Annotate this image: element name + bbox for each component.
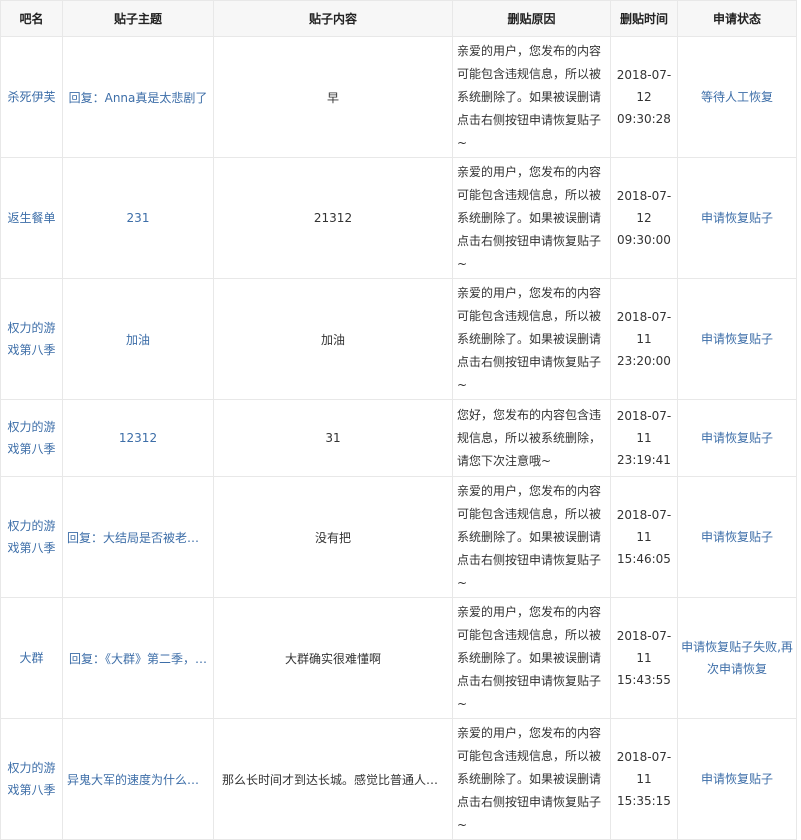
status-cell: 申请恢复贴子	[677, 399, 797, 477]
topic-link[interactable]: 12312	[64, 431, 213, 445]
table-header-row: 吧名 贴子主题 贴子内容 删贴原因 删贴时间 申请状态	[0, 0, 797, 37]
topic-cell: 回复：Anna真是太悲剧了	[62, 36, 214, 158]
content-cell: 那么长时间才到达长城。感觉比普通人时…	[213, 718, 453, 840]
forum-cell: 杀死伊芙	[0, 36, 63, 158]
delete-date: 2018-07-11	[616, 629, 672, 665]
restore-post-button[interactable]: 申请恢复贴子	[701, 211, 773, 225]
topic-cell: 回复：《大群》第二季，…	[62, 597, 214, 719]
delete-date: 2018-07-11	[616, 409, 672, 445]
header-time: 删贴时间	[610, 0, 678, 37]
forum-link[interactable]: 大群	[19, 651, 43, 665]
forum-cell: 权力的游戏第八季	[0, 278, 63, 400]
post-content: 那么长时间才到达长城。感觉比普通人时…	[222, 772, 448, 787]
deleted-posts-table: 吧名 贴子主题 贴子内容 删贴原因 删贴时间 申请状态 杀死伊芙 回复：Anna…	[0, 0, 797, 840]
post-content: 没有把	[314, 530, 351, 545]
delete-date: 2018-07-11	[616, 508, 672, 544]
reason-cell: 亲爱的用户，您发布的内容可能包含违规信息，所以被系统删除了。如果被误删请点击右侧…	[452, 718, 611, 840]
header-forum: 吧名	[0, 0, 63, 37]
post-content: 21312	[313, 211, 353, 225]
restore-post-button[interactable]: 申请恢复贴子	[701, 431, 773, 445]
time-cell: 2018-07-11 23:19:41	[610, 399, 678, 477]
forum-link[interactable]: 权力的游戏第八季	[7, 519, 55, 555]
topic-cell: 12312	[62, 399, 214, 477]
delete-clock: 09:30:00	[617, 233, 671, 247]
status-cell: 申请恢复贴子	[677, 157, 797, 279]
reason-cell: 亲爱的用户，您发布的内容可能包含违规信息，所以被系统删除了。如果被误删请点击右侧…	[452, 597, 611, 719]
topic-cell: 加油	[62, 278, 214, 400]
table-row: 杀死伊芙 回复：Anna真是太悲剧了 早 亲爱的用户，您发布的内容可能包含违规信…	[0, 36, 797, 158]
topic-cell: 异鬼大军的速度为什么那…	[62, 718, 214, 840]
delete-clock: 09:30:28	[617, 112, 671, 126]
topic-link[interactable]: 加油	[64, 331, 213, 348]
content-cell: 加油	[213, 278, 453, 400]
reason-cell: 亲爱的用户，您发布的内容可能包含违规信息，所以被系统删除了。如果被误删请点击右侧…	[452, 476, 611, 598]
topic-link[interactable]: 231	[64, 211, 213, 225]
delete-clock: 15:35:15	[617, 794, 671, 808]
time-cell: 2018-07-12 09:30:00	[610, 157, 678, 279]
status-cell: 申请恢复贴子失败,再次申请恢复	[677, 597, 797, 719]
post-content: 加油	[320, 332, 345, 347]
time-cell: 2018-07-11 23:20:00	[610, 278, 678, 400]
table-row: 权力的游戏第八季 异鬼大军的速度为什么那… 那么长时间才到达长城。感觉比普通人时…	[0, 718, 797, 840]
forum-cell: 权力的游戏第八季	[0, 476, 63, 598]
status-link[interactable]: 等待人工恢复	[701, 90, 773, 104]
header-content: 贴子内容	[213, 0, 453, 37]
forum-link[interactable]: 权力的游戏第八季	[7, 321, 55, 357]
post-content: 大群确实很难懂啊	[284, 651, 381, 666]
status-cell: 等待人工恢复	[677, 36, 797, 158]
delete-date: 2018-07-12	[616, 189, 672, 225]
reapply-restore-button[interactable]: 申请恢复贴子失败,再次申请恢复	[681, 640, 793, 676]
content-cell: 大群确实很难懂啊	[213, 597, 453, 719]
topic-cell: 231	[62, 157, 214, 279]
header-reason: 删贴原因	[452, 0, 611, 37]
content-cell: 31	[213, 399, 453, 477]
table-row: 返生餐单 231 21312 亲爱的用户，您发布的内容可能包含违规信息，所以被系…	[0, 157, 797, 279]
content-cell: 21312	[213, 157, 453, 279]
topic-link[interactable]: 回复：大结局是否被老学…	[64, 529, 213, 546]
delete-date: 2018-07-11	[616, 750, 672, 786]
delete-clock: 15:46:05	[617, 552, 671, 566]
time-cell: 2018-07-11 15:46:05	[610, 476, 678, 598]
delete-clock: 23:20:00	[617, 354, 671, 368]
status-cell: 申请恢复贴子	[677, 718, 797, 840]
forum-link[interactable]: 杀死伊芙	[7, 90, 55, 104]
topic-link[interactable]: 回复：《大群》第二季，…	[64, 650, 213, 667]
delete-clock: 23:19:41	[617, 453, 671, 467]
forum-link[interactable]: 权力的游戏第八季	[7, 761, 55, 797]
delete-clock: 15:43:55	[617, 673, 671, 687]
restore-post-button[interactable]: 申请恢复贴子	[701, 772, 773, 786]
status-cell: 申请恢复贴子	[677, 278, 797, 400]
forum-link[interactable]: 权力的游戏第八季	[7, 420, 55, 456]
status-cell: 申请恢复贴子	[677, 476, 797, 598]
content-cell: 早	[213, 36, 453, 158]
reason-cell: 亲爱的用户，您发布的内容可能包含违规信息，所以被系统删除了。如果被误删请点击右侧…	[452, 278, 611, 400]
restore-post-button[interactable]: 申请恢复贴子	[701, 530, 773, 544]
table-row: 权力的游戏第八季 回复：大结局是否被老学… 没有把 亲爱的用户，您发布的内容可能…	[0, 476, 797, 598]
forum-cell: 大群	[0, 597, 63, 719]
forum-cell: 权力的游戏第八季	[0, 718, 63, 840]
table-row: 权力的游戏第八季 12312 31 您好，您发布的内容包含违规信息，所以被系统删…	[0, 399, 797, 477]
reason-cell: 亲爱的用户，您发布的内容可能包含违规信息，所以被系统删除了。如果被误删请点击右侧…	[452, 36, 611, 158]
topic-link[interactable]: 回复：Anna真是太悲剧了	[64, 89, 213, 106]
forum-link[interactable]: 返生餐单	[7, 211, 55, 225]
reason-cell: 亲爱的用户，您发布的内容可能包含违规信息，所以被系统删除了。如果被误删请点击右侧…	[452, 157, 611, 279]
delete-date: 2018-07-12	[616, 68, 672, 104]
forum-cell: 权力的游戏第八季	[0, 399, 63, 477]
reason-cell: 您好，您发布的内容包含违规信息，所以被系统删除，请您下次注意哦~	[452, 399, 611, 477]
topic-cell: 回复：大结局是否被老学…	[62, 476, 214, 598]
table-row: 大群 回复：《大群》第二季，… 大群确实很难懂啊 亲爱的用户，您发布的内容可能包…	[0, 597, 797, 719]
table-row: 权力的游戏第八季 加油 加油 亲爱的用户，您发布的内容可能包含违规信息，所以被系…	[0, 278, 797, 400]
delete-date: 2018-07-11	[616, 310, 672, 346]
restore-post-button[interactable]: 申请恢复贴子	[701, 332, 773, 346]
header-status: 申请状态	[677, 0, 797, 37]
topic-link[interactable]: 异鬼大军的速度为什么那…	[64, 771, 213, 788]
time-cell: 2018-07-11 15:43:55	[610, 597, 678, 719]
time-cell: 2018-07-11 15:35:15	[610, 718, 678, 840]
content-cell: 没有把	[213, 476, 453, 598]
forum-cell: 返生餐单	[0, 157, 63, 279]
post-content: 31	[325, 431, 341, 445]
header-topic: 贴子主题	[62, 0, 214, 37]
time-cell: 2018-07-12 09:30:28	[610, 36, 678, 158]
post-content: 早	[326, 90, 339, 105]
